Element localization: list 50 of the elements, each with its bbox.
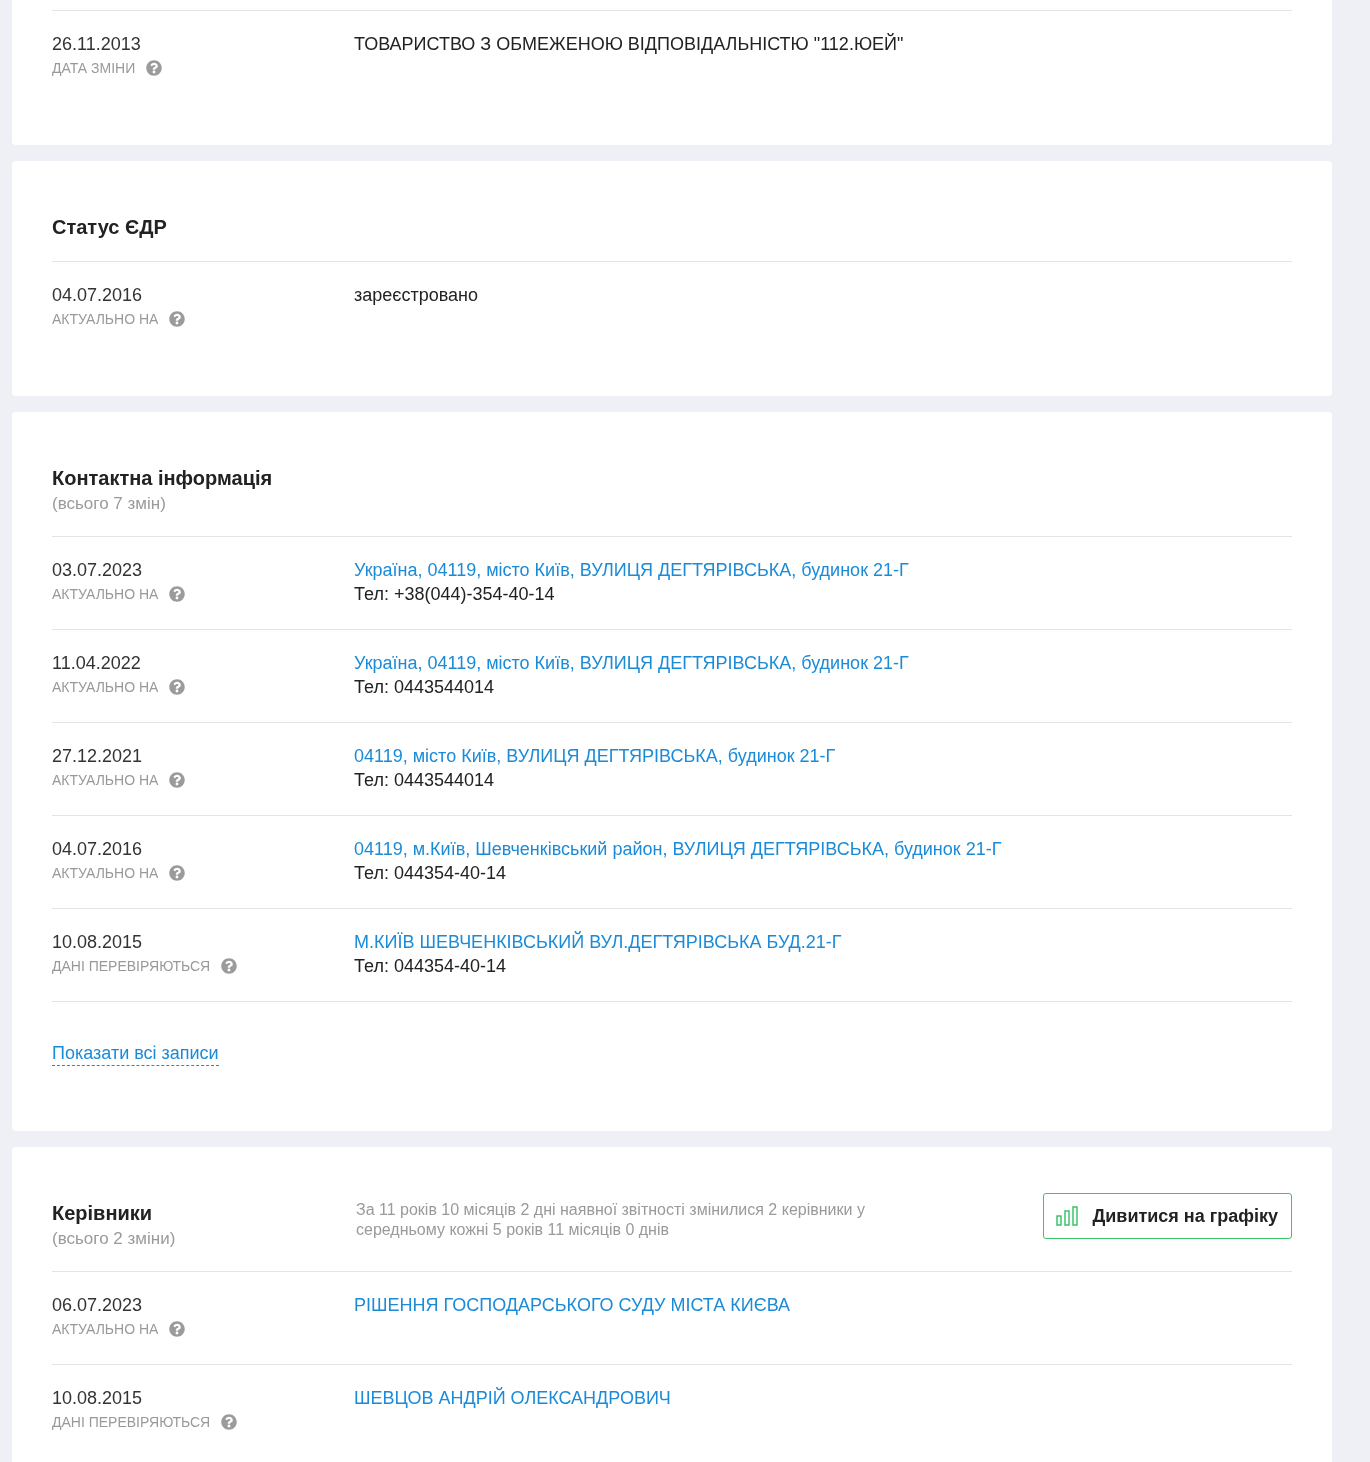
help-icon[interactable] [169,586,186,602]
record-link[interactable]: 04119, м.Київ, Шевченківський район, ВУЛИЦЯ ДЕГТЯРІВСЬКА, будинок 21-Г [354,837,1002,861]
status-label: АКТУАЛЬНО НА [52,678,159,697]
help-icon[interactable] [221,1414,238,1430]
section-subtitle: (всього 7 змін) [52,493,166,515]
date-text: 11.04.2022 [52,652,141,675]
date-text: 27.12.2021 [52,745,143,768]
record-link[interactable]: Україна, 04119, місто Київ, ВУЛИЦЯ ДЕГТЯРІВСЬКА, будинок 21-Г [354,558,909,582]
date-text: 04.07.2016 [52,284,143,307]
record-link[interactable]: 04119, місто Київ, ВУЛИЦЯ ДЕГТЯРІВСЬКА, будинок 21-Г [354,744,836,768]
record-text: Тел: 044354-40-14 [354,955,506,978]
section-title: Контактна інформація [52,466,273,491]
status-label: ДАНІ ПЕРЕВІРЯЮТЬСЯ [52,1413,211,1432]
help-icon[interactable] [169,311,186,327]
record-text: Тел: 0443544014 [354,676,494,699]
date-text: 04.07.2016 [52,838,143,861]
help-icon[interactable] [221,958,238,974]
bar-chart-icon [1056,1206,1079,1226]
help-icon[interactable] [169,679,186,695]
chart-button[interactable]: Дивитися на графіку [1043,1193,1292,1239]
record-link[interactable]: РІШЕННЯ ГОСПОДАРСЬКОГО СУДУ МІСТА КИЄВА [354,1293,791,1317]
help-icon[interactable] [169,1321,186,1337]
date-text: 26.11.2013 [52,33,141,56]
status-label: АКТУАЛЬНО НА [52,1320,159,1339]
section-subtitle: (всього 2 зміни) [52,1228,176,1250]
record-text: Тел: 044354-40-14 [354,862,506,885]
record-link[interactable]: М.КИЇВ ШЕВЧЕНКІВСЬКИЙ ВУЛ.ДЕГТЯРІВСЬКА БУД.21-Г [354,930,842,954]
status-label: АКТУАЛЬНО НА [52,585,159,604]
date-text: 10.08.2015 [52,1387,143,1410]
help-icon[interactable] [169,865,186,881]
status-label: ДАТА ЗМІНИ [52,59,136,78]
show-all-link[interactable]: Показати всі записи [52,1042,219,1066]
date-text: 10.08.2015 [52,931,143,954]
help-icon[interactable] [169,772,186,788]
status-label: ДАНІ ПЕРЕВІРЯЮТЬСЯ [52,957,211,976]
status-label: АКТУАЛЬНО НА [52,864,159,883]
summary-text: За 11 років 10 місяців 2 дні наявної звітності змінилися 2 керівники у середньому кожні 5 років 11 місяців 0 днів [356,1200,866,1240]
record-text: ТОВАРИСТВО З ОБМЕЖЕНОЮ ВІДПОВІДАЛЬНІСТЮ "112.ЮЕЙ" [354,32,904,56]
date-text: 06.07.2023 [52,1294,143,1317]
record-text: Тел: +38(044)-354-40-14 [354,583,555,606]
date-text: 03.07.2023 [52,559,143,582]
status-label: АКТУАЛЬНО НА [52,771,159,790]
status-label: АКТУАЛЬНО НА [52,310,159,329]
section-title: Статус ЄДР [52,215,167,240]
help-icon[interactable] [146,60,163,76]
section-title: Керівники [52,1201,153,1226]
record-text: зареєстровано [354,284,479,307]
record-link[interactable]: Україна, 04119, місто Київ, ВУЛИЦЯ ДЕГТЯРІВСЬКА, будинок 21-Г [354,651,909,675]
record-text: Тел: 0443544014 [354,769,494,792]
record-link[interactable]: ШЕВЦОВ АНДРІЙ ОЛЕКСАНДРОВИЧ [354,1386,671,1410]
